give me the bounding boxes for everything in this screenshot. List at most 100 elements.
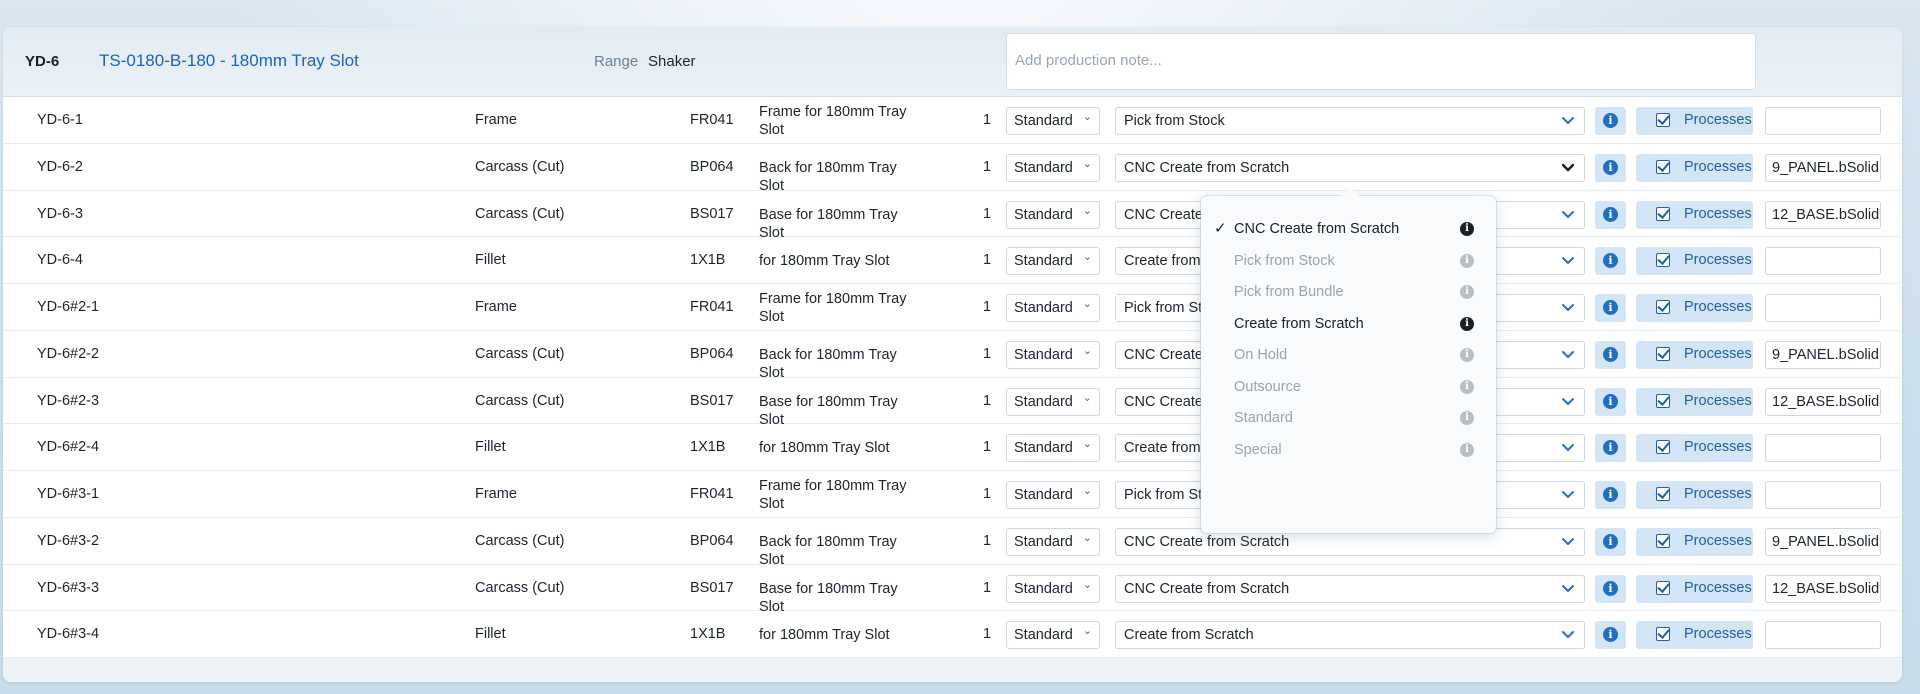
cnc-file-input[interactable]: 12_BASE.bSolid <box>1765 387 1881 416</box>
grade-select[interactable]: Standard ⌄ <box>1006 574 1100 603</box>
processes-button[interactable]: Processes <box>1636 294 1753 322</box>
part-quantity: 1 <box>983 532 992 549</box>
dropdown-option[interactable]: On Hold i <box>1201 340 1496 371</box>
info-button[interactable]: i <box>1595 387 1626 416</box>
info-icon[interactable]: i <box>1460 285 1474 299</box>
part-type: Fillet <box>475 626 506 643</box>
cnc-file-input[interactable] <box>1765 434 1881 463</box>
processes-label: Processes <box>1684 252 1752 269</box>
cnc-file-input[interactable] <box>1765 481 1881 509</box>
grade-select[interactable]: Standard ⌄ <box>1006 340 1100 369</box>
grade-select[interactable]: Standard ⌄ <box>1006 200 1100 229</box>
dropdown-option-label: CNC Create from Scratch <box>1234 221 1400 237</box>
dropdown-option[interactable]: Create from Scratch i <box>1201 309 1496 340</box>
grade-select[interactable]: Standard ⌄ <box>1006 294 1100 322</box>
part-code: YD-6#3-1 <box>37 486 100 502</box>
info-button[interactable]: i <box>1595 153 1626 182</box>
cnc-file-input[interactable] <box>1765 107 1881 135</box>
info-button[interactable]: i <box>1595 247 1626 276</box>
grade-select[interactable]: Standard ⌄ <box>1006 387 1100 416</box>
processes-label: Processes <box>1684 392 1752 409</box>
part-number: BS017 <box>690 392 734 409</box>
grade-select[interactable]: Standard ⌄ <box>1006 527 1100 556</box>
checkbox-checked-icon <box>1656 533 1670 548</box>
dropdown-option[interactable]: Special i <box>1201 435 1496 466</box>
processes-button[interactable]: Processes <box>1636 434 1753 463</box>
info-button[interactable]: i <box>1595 574 1626 603</box>
processes-button[interactable]: Processes <box>1636 107 1753 135</box>
processes-button[interactable]: Processes <box>1636 574 1753 603</box>
checkbox-checked-icon <box>1656 159 1670 174</box>
method-select[interactable]: CNC Create from Scratch <box>1115 153 1585 182</box>
info-button[interactable]: i <box>1595 621 1626 650</box>
parts-table: YD-6-1 Frame FR041 Frame for 180mm Tray Slo… <box>3 97 1902 658</box>
info-icon[interactable]: i <box>1460 222 1474 236</box>
grade-value: Standard <box>1014 346 1073 363</box>
info-button[interactable]: i <box>1595 527 1626 556</box>
dropdown-option[interactable]: Pick from Stock i <box>1201 246 1496 277</box>
info-icon[interactable]: i <box>1460 316 1474 331</box>
info-button[interactable]: i <box>1595 481 1626 509</box>
info-icon[interactable]: i <box>1460 379 1474 394</box>
grade-select[interactable]: Standard ⌄ <box>1006 107 1100 135</box>
cnc-file-input[interactable]: 9_PANEL.bSolid <box>1765 527 1881 556</box>
info-button[interactable]: i <box>1595 340 1626 369</box>
grade-select[interactable]: Standard ⌄ <box>1006 247 1100 276</box>
info-icon[interactable]: i <box>1460 442 1474 457</box>
info-icon[interactable]: i <box>1460 348 1474 362</box>
part-description: for 180mm Tray Slot <box>759 627 890 644</box>
processes-button[interactable]: Processes <box>1636 387 1753 416</box>
grade-select[interactable]: Standard ⌄ <box>1006 434 1100 463</box>
method-select[interactable]: Create from Scratch <box>1115 621 1585 650</box>
grade-select[interactable]: Standard ⌄ <box>1006 481 1100 509</box>
cnc-file-input[interactable] <box>1765 294 1881 322</box>
cnc-file-input[interactable]: 12_BASE.bSolid <box>1765 200 1881 229</box>
info-icon: i <box>1603 346 1618 362</box>
grade-select[interactable]: Standard ⌄ <box>1006 621 1100 650</box>
processes-button[interactable]: Processes <box>1636 247 1753 276</box>
chevron-down-icon <box>1560 580 1576 596</box>
chevron-down-icon: ⌄ <box>1082 344 1092 357</box>
info-button[interactable]: i <box>1595 434 1626 463</box>
method-value: CNC Create f <box>1124 393 1212 410</box>
checkbox-checked-icon <box>1656 300 1670 314</box>
dropdown-option[interactable]: Pick from Bundle i <box>1201 277 1496 308</box>
dropdown-option-label: Standard <box>1234 410 1293 426</box>
chevron-down-icon: ⌄ <box>1082 485 1092 497</box>
dropdown-option[interactable]: Outsource i <box>1201 372 1496 403</box>
table-row: YD-6#2-3 Carcass (Cut) BS017 Base for 180mm… <box>3 377 1902 428</box>
production-note-input[interactable]: Add production note... <box>1006 33 1756 90</box>
method-select[interactable]: Pick from Stock <box>1115 107 1585 135</box>
part-type: Frame <box>475 486 517 502</box>
cnc-file-input[interactable] <box>1765 247 1881 276</box>
grade-select[interactable]: Standard ⌄ <box>1006 153 1100 182</box>
info-icon[interactable]: i <box>1460 411 1474 425</box>
dropdown-option[interactable]: ✓ CNC Create from Scratch i <box>1201 214 1496 245</box>
processes-button[interactable]: Processes <box>1636 527 1753 556</box>
checkbox-checked-icon <box>1656 580 1670 595</box>
processes-button[interactable]: Processes <box>1636 621 1753 650</box>
processes-button[interactable]: Processes <box>1636 153 1753 182</box>
processes-button[interactable]: Processes <box>1636 481 1753 509</box>
cnc-file-input[interactable]: 12_BASE.bSolid <box>1765 574 1881 603</box>
job-title-link[interactable]: TS-0180-B-180 - 180mm Tray Slot <box>99 51 359 71</box>
grade-value: Standard <box>1014 113 1073 129</box>
info-button[interactable]: i <box>1595 294 1626 322</box>
info-icon: i <box>1603 159 1618 175</box>
info-icon[interactable]: i <box>1460 253 1474 268</box>
cnc-file-input[interactable] <box>1765 621 1881 650</box>
table-row: YD-6#3-3 Carcass (Cut) BS017 Base for 180mm… <box>3 564 1902 615</box>
checkbox-checked-icon <box>1656 393 1670 408</box>
part-number: 1X1B <box>690 252 726 269</box>
part-code: YD-6-1 <box>37 112 83 128</box>
info-button[interactable]: i <box>1595 107 1626 135</box>
cnc-file-input[interactable]: 9_PANEL.bSolid <box>1765 153 1881 182</box>
info-button[interactable]: i <box>1595 200 1626 229</box>
table-row: YD-6-3 Carcass (Cut) BS017 Base for 180mm T… <box>3 190 1902 241</box>
processes-button[interactable]: Processes <box>1636 200 1753 229</box>
cnc-file-input[interactable]: 9_PANEL.bSolid <box>1765 340 1881 369</box>
processes-button[interactable]: Processes <box>1636 340 1753 369</box>
checkbox-checked-icon <box>1656 487 1670 501</box>
dropdown-option[interactable]: Standard i <box>1201 403 1496 434</box>
method-select[interactable]: CNC Create from Scratch <box>1115 574 1585 603</box>
